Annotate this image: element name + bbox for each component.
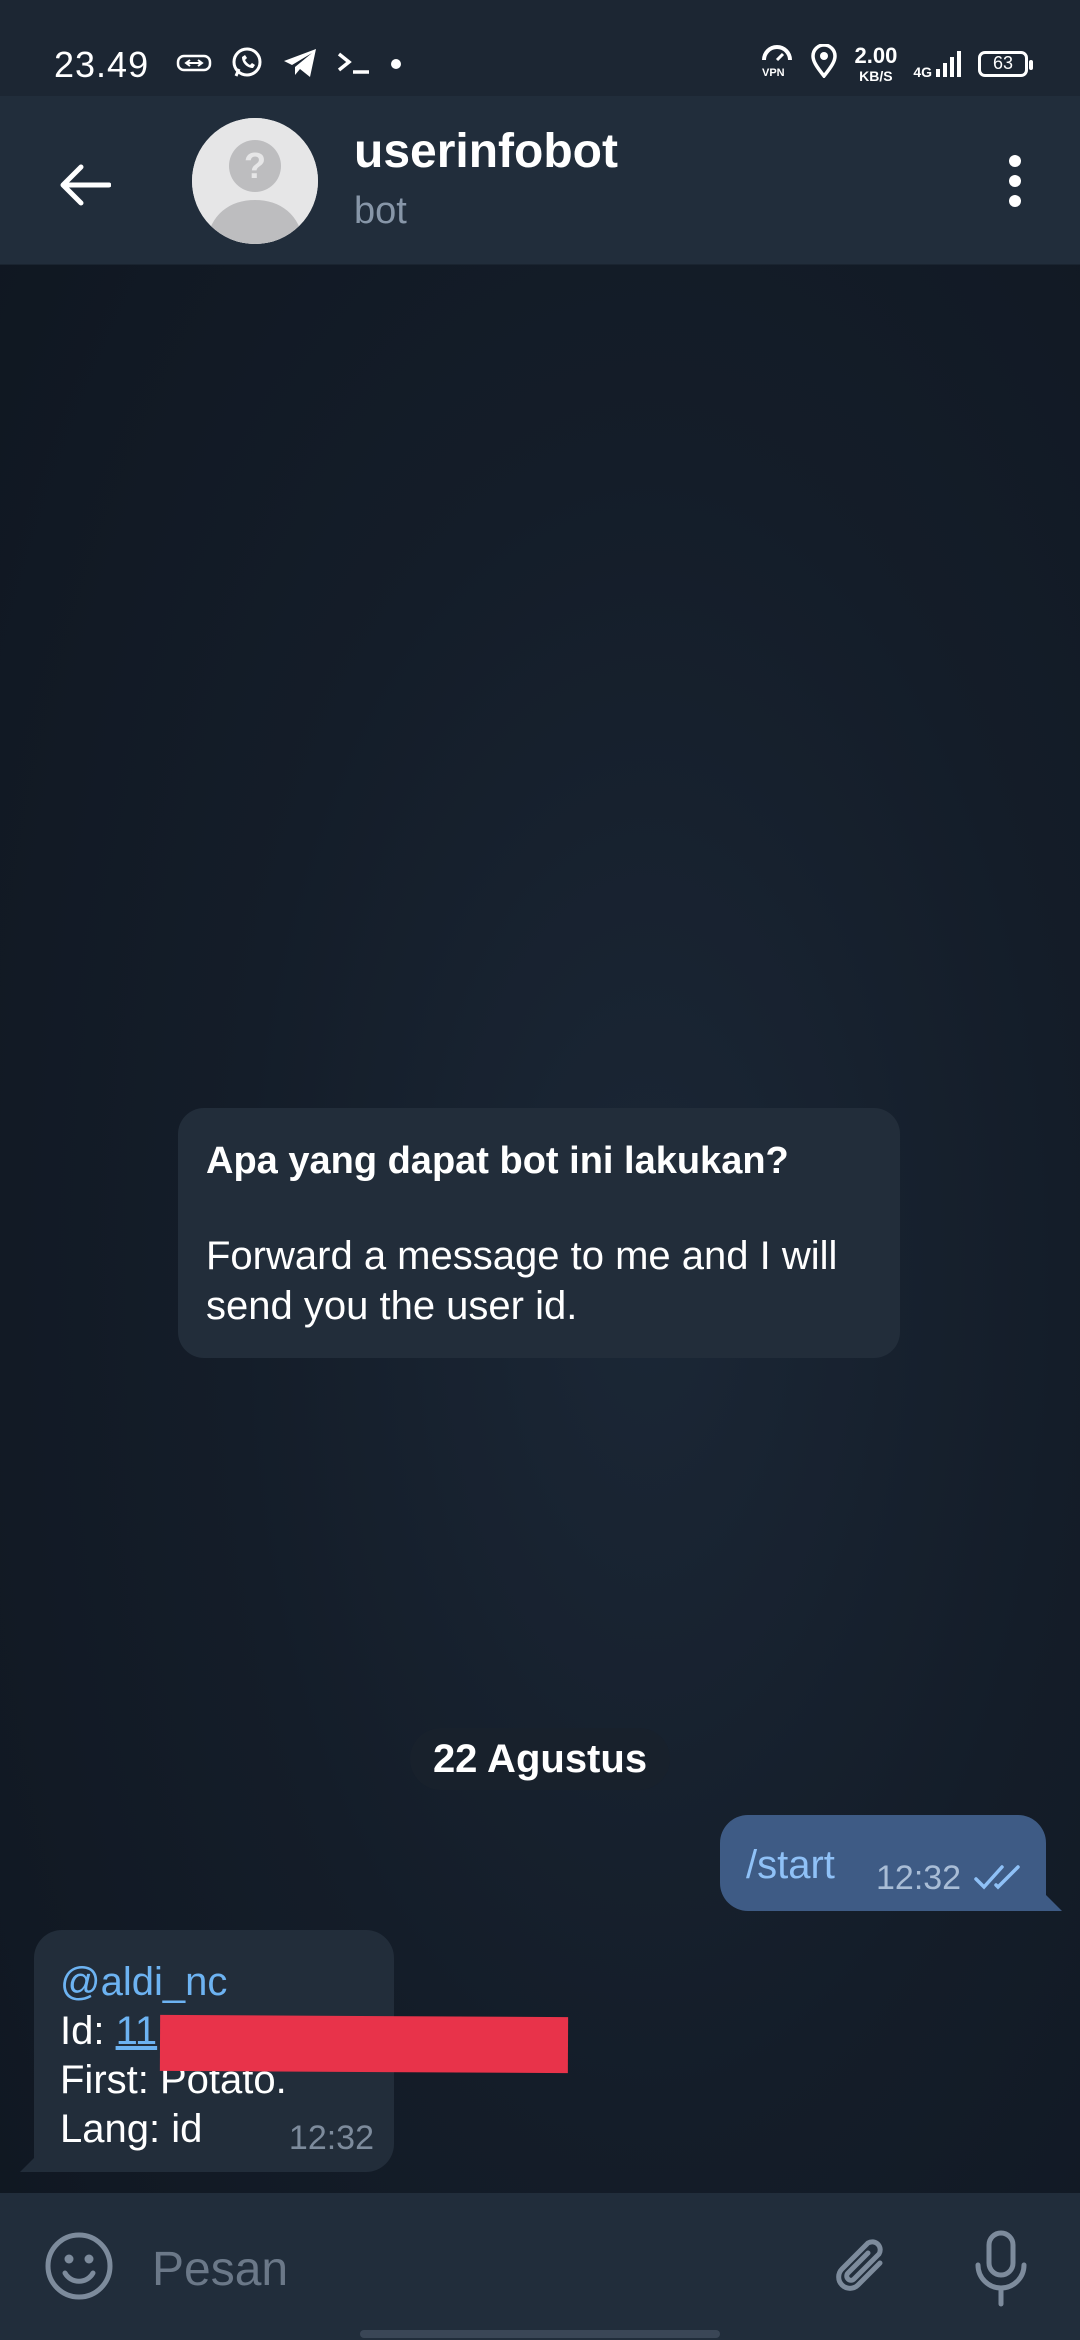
emoji-icon[interactable]	[42, 2229, 116, 2303]
avatar-placeholder-icon: ?	[192, 118, 318, 244]
location-icon	[810, 43, 838, 83]
terminal-icon	[336, 48, 372, 83]
message-composer	[0, 2193, 1080, 2340]
chat-screen: 23.49 VPN 2.00 KB/S 4G 63 ? userinfobot …	[0, 0, 1080, 2340]
username-link[interactable]: @aldi_nc	[60, 1958, 287, 2007]
battery-icon: 63	[978, 50, 1033, 77]
signal-icon: 4G	[913, 49, 962, 79]
whatsapp-icon	[230, 46, 264, 85]
mic-icon[interactable]	[970, 2229, 1032, 2309]
status-bar: 23.49 VPN 2.00 KB/S 4G 63	[0, 0, 1080, 96]
data-saver-icon	[176, 51, 212, 80]
chat-title[interactable]: userinfobot	[354, 124, 618, 179]
back-arrow-icon	[60, 164, 111, 206]
chat-subtitle: bot	[354, 190, 407, 232]
system-icons: VPN 2.00 KB/S 4G 63	[760, 42, 1033, 84]
more-vert-icon	[1009, 155, 1021, 167]
vpn-icon: VPN	[760, 44, 794, 83]
telegram-icon	[282, 47, 318, 84]
status-time: 23.49	[54, 44, 150, 85]
user-id-link[interactable]: 11	[116, 2009, 158, 2053]
outgoing-message[interactable]: /start 12:32	[720, 1815, 1062, 1911]
double-check-icon	[974, 1865, 1020, 1890]
bot-description-card: Apa yang dapat bot ini lakukan? Forward …	[178, 1108, 900, 1358]
dot-icon	[390, 57, 402, 75]
message-time: 12:32	[288, 2119, 374, 2157]
battery-level: 63	[992, 53, 1014, 73]
avatar[interactable]: ?	[192, 118, 318, 244]
bot-description-title: Apa yang dapat bot ini lakukan?	[206, 1140, 789, 1182]
redaction-mark	[159, 2014, 569, 2074]
message-time: 12:32	[876, 1859, 962, 1897]
more-options-button[interactable]	[980, 136, 1050, 226]
svg-text:?: ?	[244, 145, 266, 186]
message-text[interactable]: /start	[746, 1843, 835, 1888]
back-button[interactable]	[40, 140, 130, 230]
attach-icon[interactable]	[830, 2233, 900, 2305]
home-indicator[interactable]	[360, 2330, 720, 2338]
notification-icons	[176, 46, 402, 85]
svg-text:VPN: VPN	[762, 67, 785, 78]
language-line: Lang: id	[60, 2107, 203, 2151]
chat-header: ? userinfobot bot	[0, 96, 1080, 265]
network-type: 4G	[913, 63, 932, 80]
bot-description-text: Forward a message to me and I will send …	[206, 1234, 838, 1328]
date-divider: 22 Agustus	[410, 1728, 670, 1790]
message-input[interactable]	[150, 2233, 794, 2305]
network-speed: 2.00 KB/S	[854, 42, 898, 84]
